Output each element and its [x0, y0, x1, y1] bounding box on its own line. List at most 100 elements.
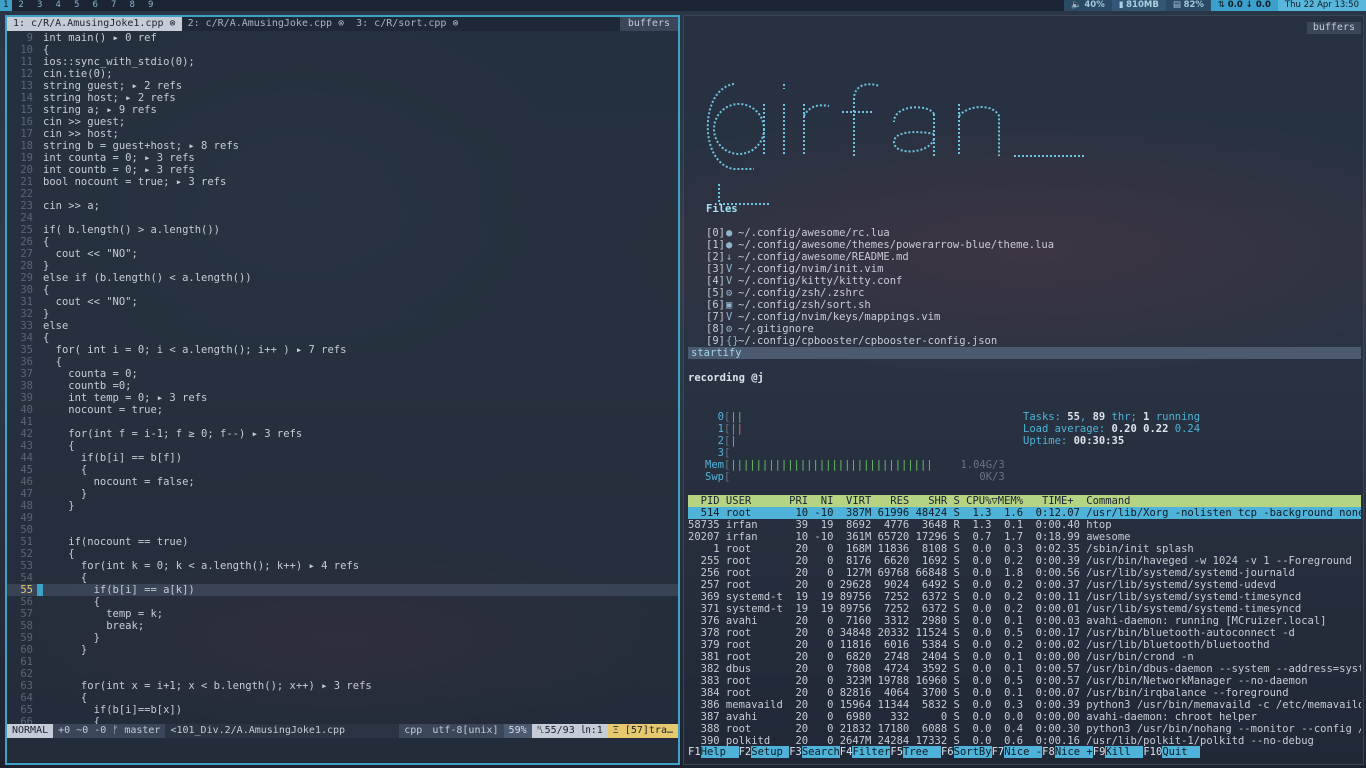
fkey-label[interactable]: SortBy: [953, 746, 992, 758]
code-line[interactable]: 43 {: [7, 440, 678, 452]
code-line[interactable]: 54 {: [7, 572, 678, 584]
code-line[interactable]: 52 {: [7, 548, 678, 560]
fkey-f4[interactable]: F4: [840, 746, 853, 758]
code-line[interactable]: 39 int temp = 0; ▸ 3 refs: [7, 392, 678, 404]
tab-2[interactable]: 2: c/R/A.AmusingJoke.cpp ⊗: [182, 17, 351, 31]
code-line[interactable]: 46 nocount = false;: [7, 476, 678, 488]
code-line[interactable]: 22: [7, 188, 678, 200]
process-row[interactable]: 384 root 20 0 82816 4064 3700 S 0.0 0.1 …: [688, 687, 1361, 699]
process-row[interactable]: 255 root 20 0 8176 6620 1692 S 0.0 0.2 0…: [688, 555, 1361, 567]
process-row[interactable]: 387 avahi 20 0 6980 332 0 S 0.0 0.0 0:00…: [688, 711, 1361, 723]
code-line[interactable]: 41: [7, 416, 678, 428]
fkey-f1[interactable]: F1: [688, 746, 701, 758]
code-line[interactable]: 27 cout << "NO";: [7, 248, 678, 260]
neovim-window[interactable]: 1: c/R/A.AmusingJoke1.cpp ⊗ 2: c/R/A.Amu…: [5, 15, 680, 765]
code-line[interactable]: 65 if(b[i]==b[x]): [7, 704, 678, 716]
code-line[interactable]: 18 string b = guest+host; ▸ 8 refs: [7, 140, 678, 152]
code-line[interactable]: 33 else: [7, 320, 678, 332]
startify-file-item[interactable]: [6] ▣ ~/.config/zsh/sort.sh: [706, 299, 1054, 311]
file-path[interactable]: ~/.config/kitty/kitty.conf: [738, 275, 902, 287]
startify-file-list[interactable]: [0] ● ~/.config/awesome/rc.lua [1] ● ~/.confi…: [706, 227, 1054, 347]
code-line[interactable]: 10 {: [7, 44, 678, 56]
process-row[interactable]: 369 systemd-t 19 19 89756 7252 6372 S 0.…: [688, 591, 1361, 603]
startify-file-item[interactable]: [8] ⚙ ~/.gitignore: [706, 323, 1054, 335]
file-path[interactable]: ~/.gitignore: [738, 323, 814, 335]
startify-file-item[interactable]: [4] V ~/.config/kitty/kitty.conf: [706, 275, 1054, 287]
code-line[interactable]: 53 for(int k = 0; k < a.length(); k++) ▸…: [7, 560, 678, 572]
tag-8[interactable]: 8: [123, 0, 142, 11]
startify-file-item[interactable]: [2] ↓ ~/.config/awesome/README.md: [706, 251, 1054, 263]
startify-file-item[interactable]: [0] ● ~/.config/awesome/rc.lua: [706, 227, 1054, 239]
code-line[interactable]: 60 }: [7, 644, 678, 656]
code-line[interactable]: 47 }: [7, 488, 678, 500]
code-line[interactable]: 56 {: [7, 596, 678, 608]
tab-1[interactable]: 1: c/R/A.AmusingJoke1.cpp ⊗: [7, 17, 182, 31]
clock-widget[interactable]: Thu 22 Apr 13:50: [1277, 0, 1366, 11]
file-path[interactable]: ~/.config/nvim/keys/mappings.vim: [738, 311, 940, 323]
code-line[interactable]: 23 cin >> a;: [7, 200, 678, 212]
code-line[interactable]: 44 if(b[i] == b[f]): [7, 452, 678, 464]
tag-4[interactable]: 4: [49, 0, 68, 11]
startify-file-item[interactable]: [9]{} ~/.config/cpbooster/cpbooster-confi…: [706, 335, 1054, 347]
fkey-f7[interactable]: F7: [992, 746, 1005, 758]
code-line[interactable]: 51 if(nocount == true): [7, 536, 678, 548]
code-line[interactable]: 34 {: [7, 332, 678, 344]
code-line[interactable]: 57 temp = k;: [7, 608, 678, 620]
fkey-label[interactable]: Search: [801, 746, 840, 758]
code-line[interactable]: 40 nocount = true;: [7, 404, 678, 416]
code-line[interactable]: 62: [7, 668, 678, 680]
code-line[interactable]: 28}: [7, 260, 678, 272]
code-line[interactable]: 61: [7, 656, 678, 668]
code-line[interactable]: 58 break;: [7, 620, 678, 632]
process-row[interactable]: 1 root 20 0 168M 11836 8108 S 0.0 0.3 0:…: [688, 543, 1361, 555]
fkey-label[interactable]: Setup: [751, 746, 790, 758]
file-path[interactable]: ~/.config/zsh/.zshrc: [738, 287, 864, 299]
process-row[interactable]: 256 root 20 0 127M 69768 66848 S 0.0 1.8…: [688, 567, 1361, 579]
code-line[interactable]: 15 string a; ▸ 9 refs: [7, 104, 678, 116]
code-line[interactable]: 19 int counta = 0; ▸ 3 refs: [7, 152, 678, 164]
code-line[interactable]: 31 cout << "NO";: [7, 296, 678, 308]
code-editor[interactable]: 9 int main() ▸ 0 ref 10{11 ios::sync_with_s…: [7, 31, 678, 728]
code-line[interactable]: 26 {: [7, 236, 678, 248]
tag-5[interactable]: 5: [68, 0, 87, 11]
file-path[interactable]: ~/.config/awesome/rc.lua: [738, 227, 890, 239]
process-row[interactable]: 514 root 10 -10 387M 61996 48424 S 1.3 1…: [688, 507, 1361, 519]
code-line[interactable]: 24: [7, 212, 678, 224]
code-line[interactable]: 63 for(int x = i+1; x < b.length(); x++)…: [7, 680, 678, 692]
fkey-f5[interactable]: F5: [890, 746, 903, 758]
process-row[interactable]: 386 memavaild 20 0 15964 11344 5832 S 0.…: [688, 699, 1361, 711]
fkey-f3[interactable]: F3: [789, 746, 802, 758]
code-line[interactable]: 45 {: [7, 464, 678, 476]
code-line[interactable]: 37 counta = 0;: [7, 368, 678, 380]
process-row[interactable]: 379 root 20 0 11816 6016 5384 S 0.0 0.2 …: [688, 639, 1361, 651]
code-line[interactable]: 36 {: [7, 356, 678, 368]
code-line[interactable]: 21 bool nocount = true; ▸ 3 refs: [7, 176, 678, 188]
code-line[interactable]: 13 string guest; ▸ 2 refs: [7, 80, 678, 92]
code-line[interactable]: 29 else if (b.length() < a.length()): [7, 272, 678, 284]
code-line[interactable]: 42 for(int f = i-1; f ≥ 0; f--) ▸ 3 refs: [7, 428, 678, 440]
process-row[interactable]: 382 dbus 20 0 7808 4724 3592 S 0.0 0.1 0…: [688, 663, 1361, 675]
terminal-window[interactable]: buffers Files [0] ● ~/.config/awesome/rc.l…: [683, 15, 1364, 765]
fkey-label[interactable]: Quit: [1162, 746, 1201, 758]
code-line[interactable]: 20 int countb = 0; ▸ 3 refs: [7, 164, 678, 176]
code-line[interactable]: 14 string host; ▸ 2 refs: [7, 92, 678, 104]
process-row[interactable]: 381 root 20 0 6820 2748 2404 S 0.0 0.1 0…: [688, 651, 1361, 663]
fkey-label[interactable]: Tree: [903, 746, 941, 758]
code-line[interactable]: 9 int main() ▸ 0 ref: [7, 32, 678, 44]
code-line[interactable]: 32}: [7, 308, 678, 320]
fkey-f9[interactable]: F9: [1093, 746, 1106, 758]
file-path[interactable]: ~/.config/zsh/sort.sh: [738, 299, 871, 311]
process-table[interactable]: 514 root 10 -10 387M 61996 48424 S 1.3 1…: [688, 507, 1361, 747]
fkey-f6[interactable]: F6: [941, 746, 954, 758]
startify-file-item[interactable]: [1] ● ~/.config/awesome/themes/powerarrow-…: [706, 239, 1054, 251]
code-line[interactable]: 38 countb =0;: [7, 380, 678, 392]
startify-file-item[interactable]: [5] ⚙ ~/.config/zsh/.zshrc: [706, 287, 1054, 299]
process-row[interactable]: 257 root 20 0 29628 9024 6492 S 0.0 0.2 …: [688, 579, 1361, 591]
tab-3[interactable]: 3: c/R/sort.cpp ⊗: [350, 17, 464, 31]
code-line[interactable]: 16 cin >> guest;: [7, 116, 678, 128]
tag-2[interactable]: 2: [12, 0, 31, 11]
fkey-label[interactable]: Kill: [1105, 746, 1144, 758]
process-row[interactable]: 383 root 20 0 323M 19788 16960 S 0.0 0.5…: [688, 675, 1361, 687]
fkey-f8[interactable]: F8: [1042, 746, 1055, 758]
fkey-f10[interactable]: F10: [1143, 746, 1162, 758]
